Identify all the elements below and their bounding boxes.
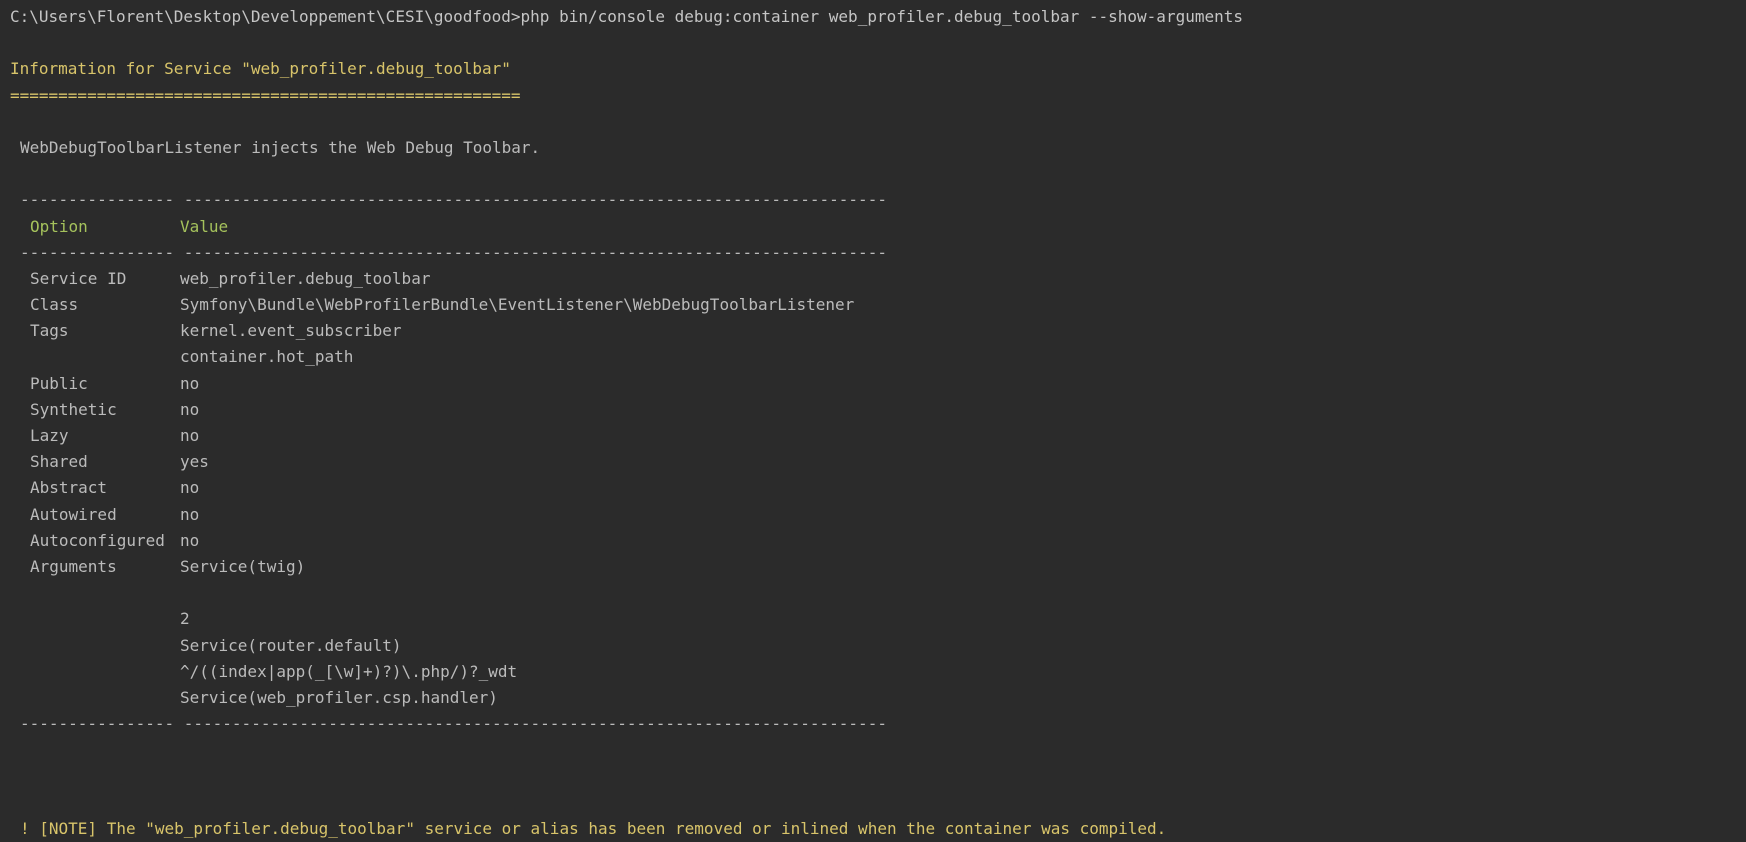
table-row-value: no bbox=[180, 504, 200, 524]
table-row-option bbox=[10, 580, 180, 606]
heading-underline: ========================================… bbox=[10, 85, 521, 105]
table-row: Autoconfigured no bbox=[10, 528, 1746, 554]
table-row: Service(router.default) bbox=[10, 633, 1746, 659]
service-heading: Information for Service "web_profiler.de… bbox=[10, 59, 511, 79]
table-row-value: no bbox=[180, 478, 200, 498]
table-row: container.hot_path bbox=[10, 344, 1746, 370]
table-separator-bottom: ---------------- -----------------------… bbox=[20, 714, 887, 734]
table-row-value: no bbox=[180, 426, 200, 445]
table-row-option bbox=[10, 606, 180, 632]
table-row: Lazy no bbox=[10, 423, 1746, 449]
table-row-option: Synthetic bbox=[30, 399, 117, 419]
table-row-option: Arguments bbox=[30, 556, 117, 576]
note-message: ! [NOTE] The "web_profiler.debug_toolbar… bbox=[20, 818, 1167, 838]
table-row: Shared yes bbox=[10, 449, 1746, 475]
table-row-option: Autoconfigured bbox=[30, 530, 165, 550]
table-row-value: no bbox=[180, 373, 200, 393]
command-line: C:\Users\Florent\Desktop\Developpement\C… bbox=[10, 7, 1243, 26]
table-header-value: Value bbox=[180, 216, 229, 236]
table-row-value: no bbox=[180, 399, 200, 419]
table-row: 2 bbox=[10, 606, 1746, 632]
table-row: Tags kernel.event_subscriber bbox=[10, 318, 1746, 344]
table-row-value: kernel.event_subscriber bbox=[180, 321, 402, 341]
table-row-value: no bbox=[180, 530, 200, 550]
table-row-value: web_profiler.debug_toolbar bbox=[180, 268, 431, 288]
table-row-option bbox=[10, 685, 180, 711]
table-row-option: Public bbox=[30, 373, 88, 393]
table-row bbox=[10, 580, 1746, 606]
table-row-option: Lazy bbox=[30, 426, 69, 445]
table-row-option bbox=[10, 659, 180, 685]
table-row: Class Symfony\Bundle\WebProfilerBundle\Ev… bbox=[10, 292, 1746, 318]
table-row: Service(web_profiler.csp.handler) bbox=[10, 685, 1746, 711]
service-description: WebDebugToolbarListener injects the Web … bbox=[20, 137, 541, 157]
table-row-option: Service ID bbox=[30, 268, 127, 288]
table-row: ^/((index|app(_[\w]+)?)\.php/)?_wdt bbox=[10, 659, 1746, 685]
table-header: Option Value bbox=[10, 214, 1746, 240]
table-row-value: Service(twig) bbox=[180, 556, 306, 576]
table-row: Public no bbox=[10, 371, 1746, 397]
table-row: Arguments Service(twig) bbox=[10, 554, 1746, 580]
table-row-value: container.hot_path bbox=[180, 347, 354, 367]
table-row-option: Abstract bbox=[30, 478, 108, 498]
table-separator-top: ---------------- -----------------------… bbox=[20, 190, 887, 210]
table-row: Service ID web_profiler.debug_toolbar bbox=[10, 266, 1746, 292]
table-row-value: Service(web_profiler.csp.handler) bbox=[180, 687, 498, 707]
table-row-value: Symfony\Bundle\WebProfilerBundle\EventLi… bbox=[180, 295, 855, 315]
table-body: Service ID web_profiler.debug_toolbar Clas… bbox=[10, 266, 1746, 711]
table-row-value: 2 bbox=[180, 609, 190, 629]
table-row-value: Service(router.default) bbox=[180, 635, 402, 655]
terminal-output[interactable]: C:\Users\Florent\Desktop\Developpement\C… bbox=[0, 0, 1746, 838]
table-row-value: ^/((index|app(_[\w]+)?)\.php/)?_wdt bbox=[180, 661, 518, 681]
table-separator-header: ---------------- -----------------------… bbox=[20, 242, 887, 262]
table-row-value: yes bbox=[180, 452, 209, 472]
table-row-option: Class bbox=[30, 295, 79, 315]
table-header-option: Option bbox=[30, 216, 88, 236]
table-row: Autowired no bbox=[10, 502, 1746, 528]
table-row-option: Autowired bbox=[30, 504, 117, 524]
table-row: Synthetic no bbox=[10, 397, 1746, 423]
table-row-option bbox=[10, 633, 180, 659]
table-row-option: Tags bbox=[30, 321, 69, 341]
table-row: Abstract no bbox=[10, 475, 1746, 501]
table-row-option bbox=[10, 344, 180, 370]
table-row-option: Shared bbox=[30, 452, 88, 472]
